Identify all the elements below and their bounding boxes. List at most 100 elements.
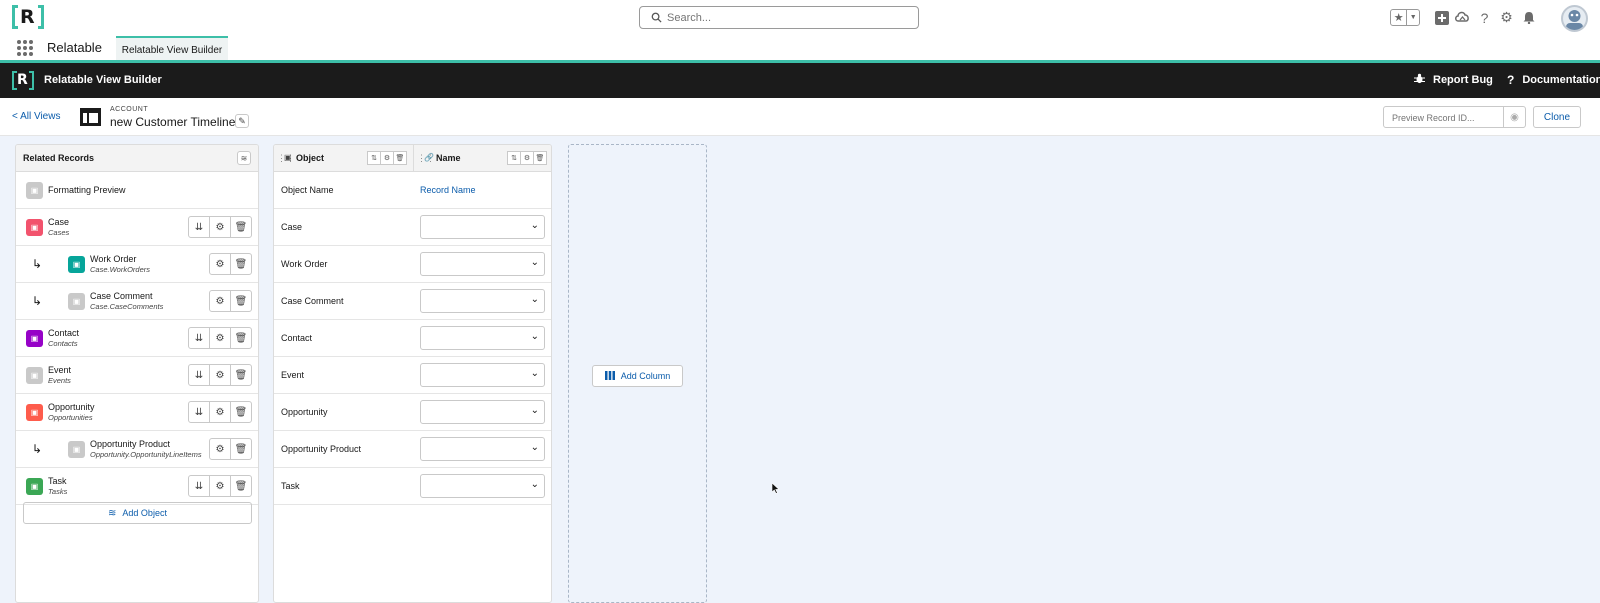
clone-button[interactable]: Clone	[1533, 106, 1581, 128]
layers-icon: ≋	[108, 507, 117, 519]
report-bug-button[interactable]: Report Bug	[1414, 73, 1493, 87]
link-icon: 🔗	[424, 153, 434, 162]
edit-title-button[interactable]: ✎	[235, 114, 249, 128]
row-object-label: Contact	[281, 333, 313, 343]
global-search[interactable]	[639, 6, 919, 29]
column-rows: Case ⌄ Work Order ⌄ Case Comment ⌄ Contact ⌄ Eve…	[274, 209, 551, 505]
related-record-item[interactable]: ↳ ▣ Opportunity Product Opportunity.Opportu…	[16, 431, 258, 468]
trash-icon[interactable]: 🗑	[230, 401, 252, 423]
name-field-select[interactable]: ⌄	[420, 215, 545, 239]
chevron-down-icon: ⌄	[530, 294, 539, 305]
add-column-button[interactable]: Add Column	[592, 365, 683, 387]
gear-icon[interactable]: ⚙	[209, 327, 231, 349]
documentation-button[interactable]: ? Documentation	[1507, 73, 1600, 87]
reorder-icon[interactable]: ⇊	[188, 327, 210, 349]
related-record-actions: ⇊ ⚙ 🗑	[188, 216, 252, 238]
help-icon[interactable]: ?	[1476, 9, 1493, 26]
related-record-name: Event	[48, 365, 72, 375]
add-column-dropzone[interactable]: Add Column	[568, 144, 707, 603]
trash-icon[interactable]: 🗑	[230, 327, 252, 349]
event-icon: ▣	[26, 367, 43, 384]
preview-record-field[interactable]: ◉	[1383, 106, 1526, 128]
related-record-item[interactable]: ▣ Formatting Preview	[16, 172, 258, 209]
favorites-star-icon[interactable]: ★	[1391, 10, 1408, 25]
related-record-item[interactable]: ▣ Task Tasks ⇊ ⚙ 🗑	[16, 468, 258, 505]
name-field-select[interactable]: ⌄	[420, 437, 545, 461]
related-record-item[interactable]: ↳ ▣ Work Order Case.WorkOrders ⚙ 🗑	[16, 246, 258, 283]
opportunity-product-icon: ▣	[68, 441, 85, 458]
chevron-down-icon: ⌄	[530, 368, 539, 379]
gear-icon[interactable]: ⚙	[209, 253, 231, 275]
column-object-actions: ⇅ ⚙ 🗑	[367, 151, 407, 165]
gear-icon[interactable]: ⚙	[380, 151, 394, 165]
app-launcher-icon[interactable]	[17, 40, 33, 56]
add-object-button[interactable]: ≋ Add Object	[23, 502, 252, 524]
column-row: Task ⌄	[274, 468, 551, 505]
related-record-item[interactable]: ▣ Case Cases ⇊ ⚙ 🗑	[16, 209, 258, 246]
name-field-select[interactable]: ⌄	[420, 326, 545, 350]
record-name-label[interactable]: Record Name	[420, 185, 476, 195]
chevron-down-icon[interactable]: ▼	[1407, 10, 1419, 25]
related-records-header: Related Records ≋	[16, 145, 258, 172]
search-icon	[651, 12, 662, 23]
trash-icon[interactable]: 🗑	[230, 364, 252, 386]
column-object[interactable]: ⋮⋮ ▣ Object ⇅ ⚙ 🗑	[274, 145, 414, 172]
row-object-label: Opportunity Product	[281, 444, 362, 454]
name-field-select[interactable]: ⌄	[420, 252, 545, 276]
gear-icon[interactable]: ⚙	[520, 151, 534, 165]
reorder-icon[interactable]: ⇊	[188, 364, 210, 386]
related-record-item[interactable]: ▣ Event Events ⇊ ⚙ 🗑	[16, 357, 258, 394]
header-utility-icons: ★ ▼ ? ⚙	[1390, 5, 1600, 32]
trash-icon[interactable]: 🗑	[393, 151, 407, 165]
related-record-item[interactable]: ▣ Opportunity Opportunities ⇊ ⚙ 🗑	[16, 394, 258, 431]
reorder-icon[interactable]: ⇊	[188, 475, 210, 497]
object-field-icon: ▣	[284, 153, 292, 162]
chevron-down-icon: ⌄	[530, 442, 539, 453]
favorites-button[interactable]: ★ ▼	[1390, 9, 1420, 26]
row-object-label: Work Order	[281, 259, 328, 269]
trash-icon[interactable]: 🗑	[230, 253, 252, 275]
builder-canvas: Related Records ≋ ▣ Formatting Preview ▣ Ca…	[0, 136, 1600, 603]
trash-icon[interactable]: 🗑	[230, 290, 252, 312]
trash-icon[interactable]: 🗑	[230, 438, 252, 460]
related-record-actions: ⇊ ⚙ 🗑	[188, 364, 252, 386]
eye-icon[interactable]: ◉	[1503, 107, 1525, 127]
gear-icon[interactable]: ⚙	[209, 290, 231, 312]
tab-relatable-view-builder[interactable]: Relatable View Builder	[116, 36, 228, 62]
gear-icon[interactable]: ⚙	[209, 364, 231, 386]
reorder-icon[interactable]: ⇊	[188, 216, 210, 238]
child-arrow-icon: ↳	[32, 442, 43, 456]
help-icon: ?	[1507, 73, 1515, 87]
gear-icon[interactable]: ⚙	[209, 401, 231, 423]
trailhead-icon[interactable]	[1454, 9, 1471, 26]
name-field-select[interactable]: ⌄	[420, 400, 545, 424]
search-input[interactable]	[667, 9, 907, 26]
avatar[interactable]	[1561, 5, 1588, 32]
related-record-item[interactable]: ▣ Contact Contacts ⇊ ⚙ 🗑	[16, 320, 258, 357]
gear-icon[interactable]: ⚙	[209, 438, 231, 460]
notifications-bell-icon[interactable]	[1520, 9, 1537, 26]
chevron-down-icon: ⌄	[530, 220, 539, 231]
sort-icon[interactable]: ⇅	[367, 151, 381, 165]
all-views-link[interactable]: < All Views	[12, 111, 60, 122]
name-field-select[interactable]: ⌄	[420, 474, 545, 498]
trash-icon[interactable]: 🗑	[533, 151, 547, 165]
name-field-select[interactable]: ⌄	[420, 363, 545, 387]
gear-icon[interactable]: ⚙	[209, 475, 231, 497]
column-row: Contact ⌄	[274, 320, 551, 357]
columns-panel: ⋮⋮ ▣ Object ⇅ ⚙ 🗑 ⋮⋮ 🔗 Name ⇅ ⚙ 🗑 Object…	[273, 144, 552, 603]
trash-icon[interactable]: 🗑	[230, 216, 252, 238]
trash-icon[interactable]: 🗑	[230, 475, 252, 497]
related-record-item[interactable]: ↳ ▣ Case Comment Case.CaseComments ⚙ 🗑	[16, 283, 258, 320]
column-name-actions: ⇅ ⚙ 🗑	[507, 151, 547, 165]
relatable-logo[interactable]: R	[12, 5, 44, 29]
gear-icon[interactable]: ⚙	[209, 216, 231, 238]
layers-icon[interactable]: ≋	[237, 151, 251, 165]
name-field-select[interactable]: ⌄	[420, 289, 545, 313]
column-name[interactable]: ⋮⋮ 🔗 Name ⇅ ⚙ 🗑	[414, 145, 551, 172]
sort-icon[interactable]: ⇅	[507, 151, 521, 165]
reorder-icon[interactable]: ⇊	[188, 401, 210, 423]
setup-gear-icon[interactable]: ⚙	[1498, 9, 1515, 26]
preview-record-input[interactable]	[1392, 110, 1502, 125]
add-icon[interactable]	[1433, 9, 1450, 26]
